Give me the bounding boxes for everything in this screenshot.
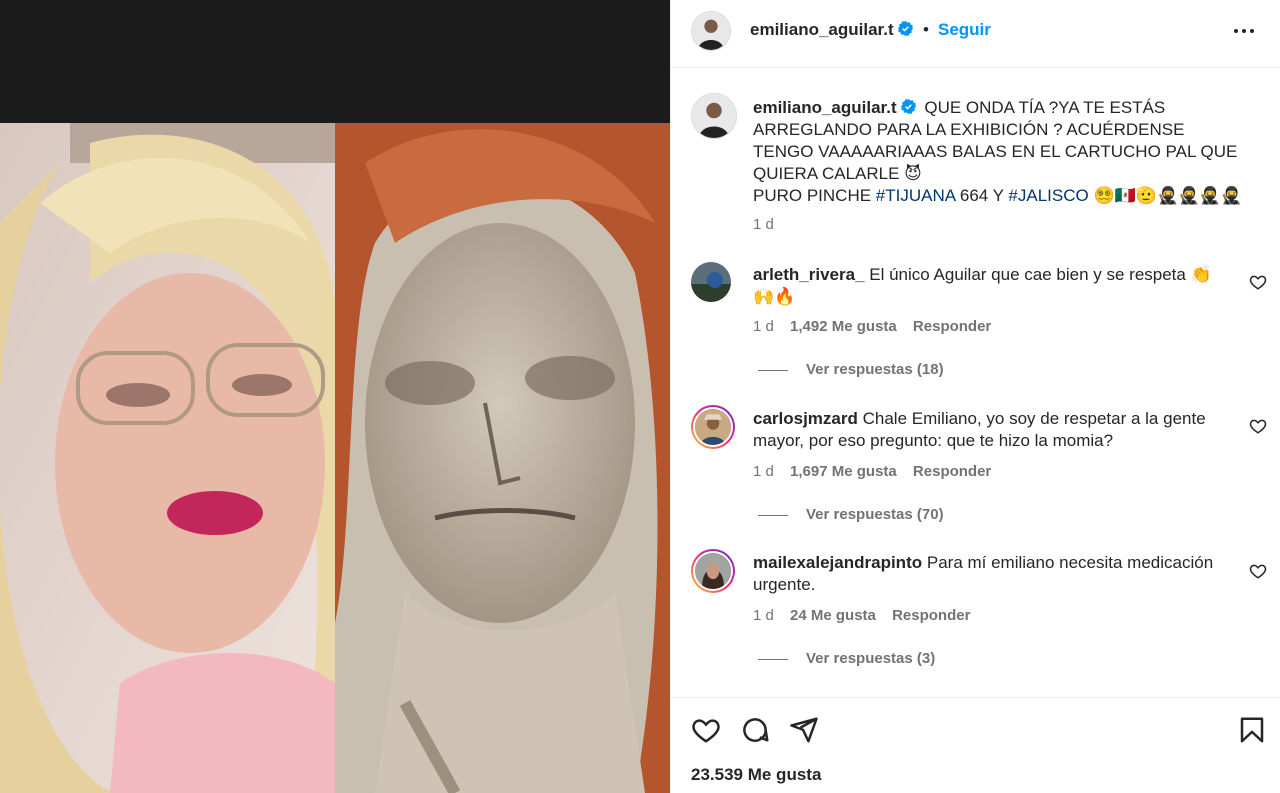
comment-likes[interactable]: 1,697 Me gusta [790, 463, 897, 480]
woman-photo [0, 123, 335, 793]
caption-line2: PURO PINCHE [753, 186, 876, 205]
action-bar: 23.539 Me gusta [671, 697, 1280, 793]
post-media [0, 0, 670, 793]
reply-button[interactable]: Responder [913, 463, 991, 480]
bookmark-icon[interactable] [1237, 715, 1267, 745]
heart-icon[interactable] [691, 715, 721, 745]
mummy-photo [335, 123, 670, 793]
heart-icon[interactable] [1249, 562, 1267, 580]
comment-avatar[interactable] [691, 549, 735, 593]
comment-meta: 1 d 24 Me gusta Responder [753, 607, 982, 624]
share-icon[interactable] [789, 715, 819, 745]
more-options-icon[interactable] [1231, 18, 1257, 44]
comment-avatar[interactable] [691, 405, 735, 449]
view-replies-label: Ver respuestas (18) [806, 361, 944, 378]
verified-badge-icon [900, 99, 916, 114]
comment-username[interactable]: mailexalejandrapinto [753, 553, 922, 572]
comment-icon[interactable] [740, 715, 770, 745]
comment-text: arleth_rivera_ El único Aguilar que cae … [753, 264, 1223, 308]
view-replies-button[interactable]: Ver respuestas (18) [758, 361, 944, 378]
comment-likes[interactable]: 1,492 Me gusta [790, 318, 897, 335]
view-replies-button[interactable]: Ver respuestas (70) [758, 506, 944, 523]
post-likes-count[interactable]: 23.539 Me gusta [691, 765, 821, 785]
reply-button[interactable]: Responder [913, 318, 991, 335]
view-replies-button[interactable]: Ver respuestas (3) [758, 650, 935, 667]
view-replies-label: Ver respuestas (70) [806, 506, 944, 523]
comment-time[interactable]: 1 d [753, 607, 774, 624]
comment-likes[interactable]: 24 Me gusta [790, 607, 876, 624]
caption-line2-mid: 664 Y [955, 186, 1009, 205]
comment-time[interactable]: 1 d [753, 463, 774, 480]
caption-text: emiliano_aguilar.t QUE ONDA TÍA ?YA TE E… [753, 97, 1243, 207]
verified-badge-icon [897, 21, 913, 36]
replies-divider [758, 514, 788, 516]
replies-divider [758, 369, 788, 371]
view-replies-label: Ver respuestas (3) [806, 650, 936, 667]
comment-text: carlosjmzard Chale Emiliano, yo soy de r… [753, 408, 1223, 452]
comment-time[interactable]: 1 d [753, 318, 774, 335]
author-avatar[interactable] [691, 11, 731, 51]
hashtag-jalisco[interactable]: #JALISCO [1008, 186, 1088, 205]
caption-emojis: 😵‍💫🇲🇽🫡🥷🥷🥷🥷 [1088, 186, 1242, 205]
comment-text: mailexalejandrapinto Para mí emiliano ne… [753, 552, 1223, 596]
author-username[interactable]: emiliano_aguilar.t [750, 20, 913, 40]
comment-username[interactable]: arleth_rivera_ [753, 265, 865, 284]
post-details-panel: emiliano_aguilar.t • Seguir emiliano_agu… [670, 0, 1280, 793]
heart-icon[interactable] [1249, 417, 1267, 435]
caption-meta: 1 d [753, 216, 786, 233]
follow-button[interactable]: Seguir [938, 20, 991, 40]
post-header: emiliano_aguilar.t • Seguir [671, 0, 1280, 68]
caption-username[interactable]: emiliano_aguilar.t [753, 98, 897, 117]
hashtag-tijuana[interactable]: #TIJUANA [876, 186, 955, 205]
comment-meta: 1 d 1,492 Me gusta Responder [753, 318, 1003, 335]
caption-avatar[interactable] [691, 93, 737, 139]
reply-button[interactable]: Responder [892, 607, 970, 624]
heart-icon[interactable] [1249, 273, 1267, 291]
replies-divider [758, 658, 788, 660]
comment-avatar[interactable] [691, 262, 731, 302]
comment-meta: 1 d 1,697 Me gusta Responder [753, 463, 1003, 480]
header-separator: • [923, 20, 929, 39]
comment-username[interactable]: carlosjmzard [753, 409, 858, 428]
caption-time[interactable]: 1 d [753, 216, 774, 233]
